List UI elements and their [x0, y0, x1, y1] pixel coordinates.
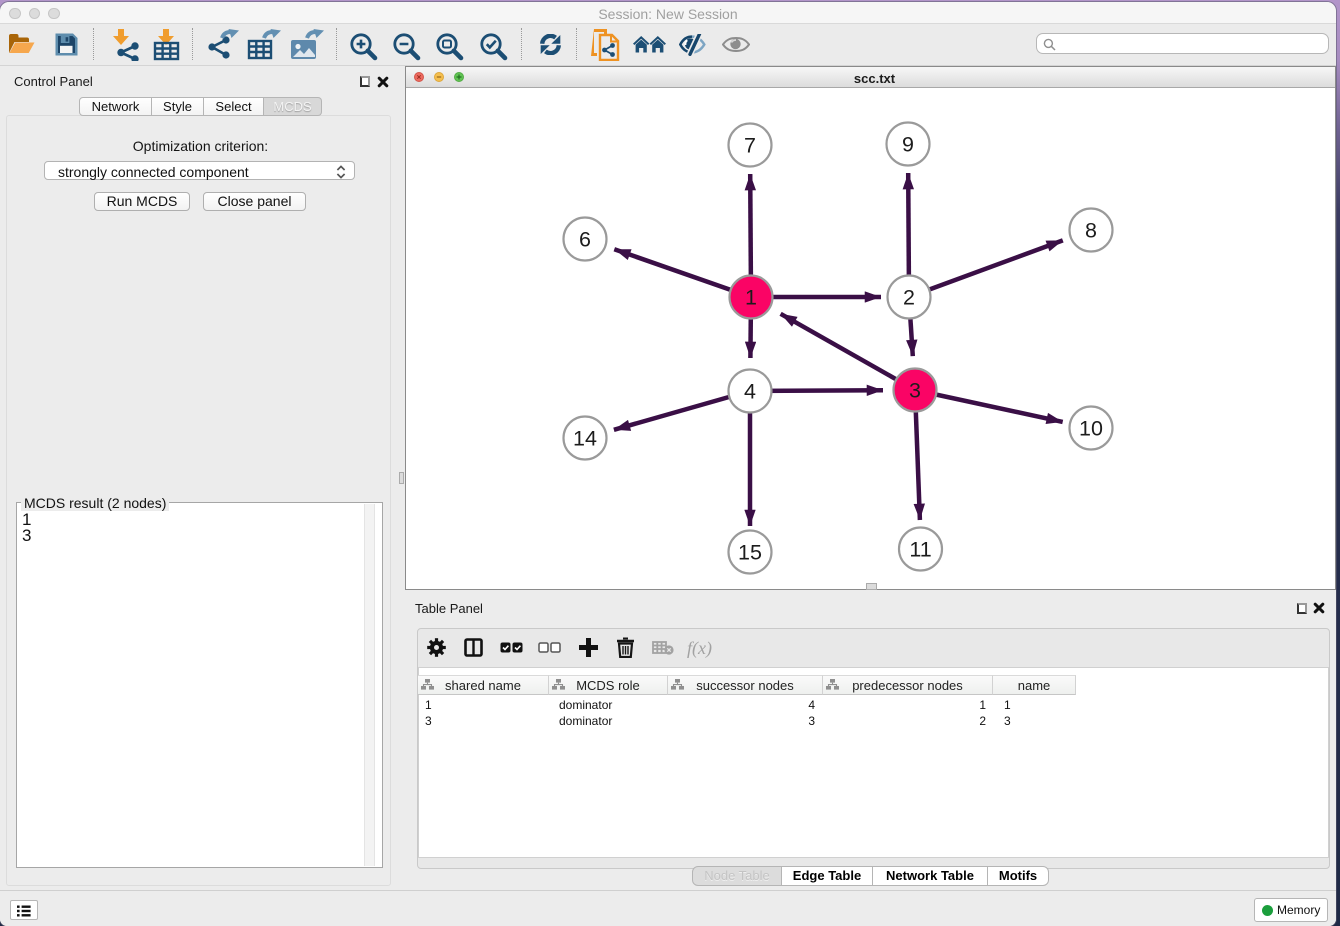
- svg-text:9: 9: [902, 133, 914, 157]
- svg-text:1: 1: [745, 286, 757, 310]
- svg-text:6: 6: [579, 228, 591, 252]
- svg-text:14: 14: [573, 427, 597, 451]
- svg-text:10: 10: [1079, 417, 1103, 441]
- svg-text:2: 2: [903, 286, 915, 310]
- svg-text:8: 8: [1085, 219, 1097, 243]
- svg-text:4: 4: [744, 380, 756, 404]
- svg-text:3: 3: [909, 379, 921, 403]
- svg-text:7: 7: [744, 134, 756, 158]
- svg-text:11: 11: [909, 538, 931, 562]
- svg-text:15: 15: [738, 541, 762, 565]
